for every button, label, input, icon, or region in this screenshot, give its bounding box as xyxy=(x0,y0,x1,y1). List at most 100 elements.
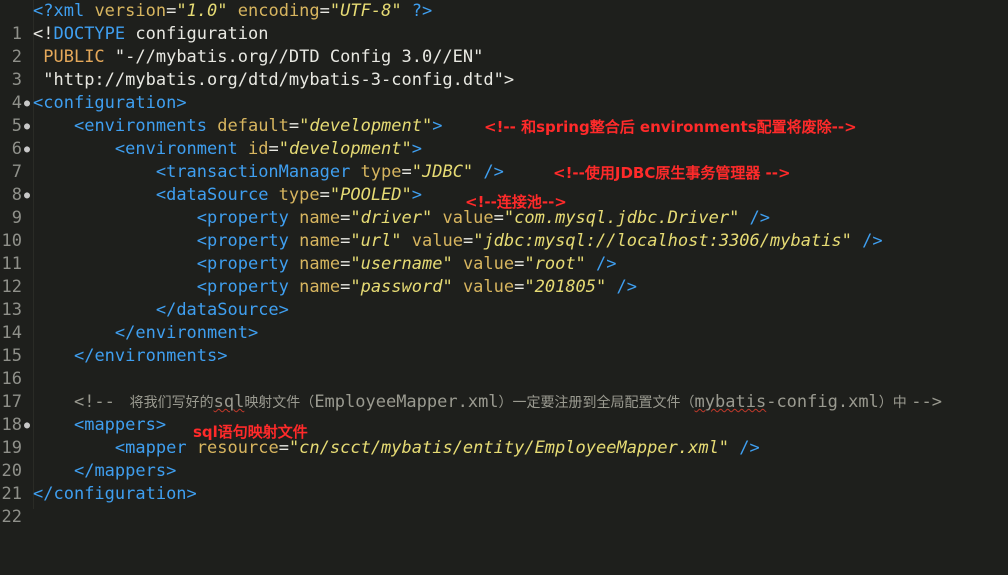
code-text: <dataSource type="POOLED"> xyxy=(33,184,422,207)
code-text: <mappers> xyxy=(33,414,166,437)
attr-name: value xyxy=(452,254,515,274)
tag-self-close: /> xyxy=(739,208,771,228)
code-line[interactable]: 17 xyxy=(0,368,1008,412)
tag-open: < xyxy=(114,438,126,458)
code-line[interactable]: 3 PUBLIC "-//mybatis.org//DTD Config 3.0… xyxy=(0,46,1008,90)
attr-name: value xyxy=(452,277,515,297)
doctype-public-id: "-//mybatis.org//DTD Config 3.0//EN" xyxy=(104,47,484,67)
attr-name: name xyxy=(288,208,341,228)
tag-name: property xyxy=(207,277,289,297)
tag-close: > xyxy=(166,461,177,481)
code-line[interactable]: 21 </mappers> xyxy=(0,460,1008,504)
fold-marker-icon[interactable]: ● xyxy=(22,138,32,161)
code-line[interactable]: 13 <property name="password" value="2018… xyxy=(0,276,1008,320)
code-text: <configuration> xyxy=(33,92,187,115)
tag-name: property xyxy=(207,231,289,251)
comment-text: 将我们写好的 xyxy=(125,395,214,411)
tag-name: environment xyxy=(135,323,248,343)
code-text: <!DOCTYPE configuration xyxy=(33,23,268,46)
attr-value: "UTF-8" xyxy=(329,1,402,21)
tag-self-close: /> xyxy=(606,277,637,297)
equals: = xyxy=(166,1,177,21)
attr-name: encoding xyxy=(227,1,320,21)
tag-close: > xyxy=(217,346,228,366)
tag-close: > xyxy=(278,300,289,320)
code-text: </environments> xyxy=(33,345,228,368)
doctype-close: > xyxy=(503,70,515,90)
tag-open: </ xyxy=(73,461,95,481)
attr-name: name xyxy=(288,231,341,251)
code-line[interactable]: 11 <property name="url" value="jdbc:mysq… xyxy=(0,230,1008,274)
equals: = xyxy=(268,139,279,159)
code-line[interactable]: 19 ● <mappers> xyxy=(0,414,1008,458)
code-line[interactable]: 16 </environments> xyxy=(0,345,1008,389)
code-line[interactable]: 18 <!-- 将我们写好的sql映射文件（EmployeeMapper.xml… xyxy=(0,391,1008,435)
fold-marker-icon[interactable]: ● xyxy=(22,115,32,138)
code-text: <mapper resource="cn/scct/mybatis/entity… xyxy=(33,437,760,460)
tag-name: mappers xyxy=(94,461,167,481)
tag-close: > xyxy=(186,484,197,504)
comment-text: -config.xml xyxy=(766,392,879,412)
code-line[interactable]: 2 <!DOCTYPE configuration xyxy=(0,23,1008,67)
equals: = xyxy=(319,1,330,21)
tag-name: environments xyxy=(94,346,218,366)
tag-open: < xyxy=(196,254,208,274)
tag-close: > xyxy=(247,323,259,343)
code-line[interactable]: 22 </configuration> xyxy=(0,483,1008,527)
code-line[interactable]: 15 </environment> xyxy=(0,322,1008,366)
code-line[interactable]: 7 ● <environment id="development"> xyxy=(0,138,1008,182)
tag-name: dataSource xyxy=(166,185,269,205)
attr-name: default xyxy=(207,116,289,136)
xml-code-editor[interactable]: 1 <?xml version="1.0" encoding="UTF-8" ?… xyxy=(0,0,1008,527)
code-line[interactable]: 20 <mapper resource="cn/scct/mybatis/ent… xyxy=(0,437,1008,481)
code-line[interactable]: 14 </dataSource> xyxy=(0,299,1008,343)
attr-value: "development" xyxy=(278,139,412,159)
annotation-environments-note: <!-- 和spring整合后 environments配置将废除--> xyxy=(484,118,857,136)
code-text: "http://mybatis.org/dtd/mybatis-3-config… xyxy=(33,69,514,92)
tag-name: mapper xyxy=(125,438,187,458)
attr-value: "POOLED" xyxy=(329,185,412,205)
equals: = xyxy=(514,277,525,297)
code-text: <property name="password" value="201805"… xyxy=(33,276,637,299)
fold-marker-icon[interactable]: ● xyxy=(22,414,32,437)
tag-name: environment xyxy=(125,139,238,159)
comment-close: --> xyxy=(911,392,942,412)
tag-name: environments xyxy=(84,116,208,136)
tag-open: < xyxy=(33,93,44,113)
fold-marker-icon[interactable]: ● xyxy=(22,92,32,115)
code-text: </configuration> xyxy=(33,483,197,506)
attr-value: "root" xyxy=(524,254,586,274)
doctype-keyword: DOCTYPE xyxy=(53,24,126,44)
code-text: <environments default="development"> xyxy=(33,115,443,138)
code-text: <property name="username" value="root" /… xyxy=(33,253,617,276)
attr-name: type xyxy=(268,185,320,205)
code-line[interactable]: 4 "http://mybatis.org/dtd/mybatis-3-conf… xyxy=(0,69,1008,113)
attr-name: value xyxy=(401,231,463,251)
fold-marker-icon[interactable]: ● xyxy=(22,184,32,207)
spellcheck-word: sql xyxy=(213,392,245,412)
tag-self-close: /> xyxy=(729,438,760,458)
equals: = xyxy=(340,277,351,297)
code-text: </dataSource> xyxy=(33,299,289,322)
code-line[interactable]: 12 <property name="username" value="root… xyxy=(0,253,1008,297)
code-text: <environment id="development"> xyxy=(33,138,422,161)
tag-close: > xyxy=(411,139,423,159)
code-line[interactable]: 5 ● <configuration> xyxy=(0,92,1008,136)
attr-value: "1.0" xyxy=(176,1,228,21)
code-line[interactable]: 1 <?xml version="1.0" encoding="UTF-8" ?… xyxy=(0,0,1008,44)
equals: = xyxy=(340,254,351,274)
attr-name: type xyxy=(350,162,402,182)
line-number: 22 xyxy=(1,507,22,527)
pi-open: <? xyxy=(33,1,54,21)
equals: = xyxy=(340,208,351,228)
code-line[interactable]: 8 <transactionManager type="JDBC" /> xyxy=(0,161,1008,205)
